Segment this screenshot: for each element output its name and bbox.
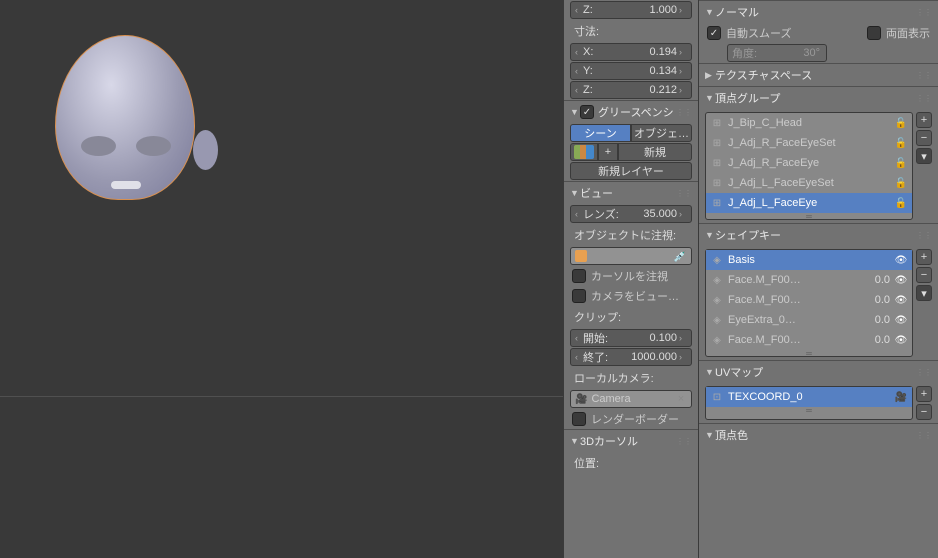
scale-z-field[interactable]: ‹ Z: 1.000 › (570, 1, 692, 19)
grid-floor (0, 396, 563, 397)
uv-maps-list[interactable]: TEXCOORD_0 ═ (705, 386, 913, 420)
eye-icon[interactable] (894, 333, 908, 347)
triangle-down-icon: ▼ (570, 107, 580, 117)
dimensions-label: 寸法: (564, 20, 698, 42)
resize-grip[interactable]: ═ (706, 407, 912, 413)
dim-x-field[interactable]: ‹X: 0.194› (570, 43, 692, 61)
gp-color-button[interactable] (570, 143, 598, 161)
lock-icon[interactable] (894, 116, 908, 130)
gp-scene-button[interactable]: シーン (570, 124, 631, 142)
list-item[interactable]: EyeExtra_0…0.0 (706, 310, 912, 330)
shape-key-icon (710, 253, 724, 267)
vertex-groups-header[interactable]: ▼頂点グループ⋮⋮ (699, 86, 938, 109)
lock-icon[interactable] (894, 176, 908, 190)
resize-grip[interactable]: ═ (706, 350, 912, 356)
auto-smooth-label: 自動スムーズ (726, 25, 862, 41)
mesh-object-head[interactable] (55, 35, 225, 245)
add-button[interactable]: + (916, 249, 932, 265)
gp-new-button[interactable]: 新規 (618, 143, 692, 161)
eye-icon[interactable] (894, 253, 908, 267)
focus-object-field[interactable]: 💉 (570, 247, 692, 265)
clear-icon[interactable]: × (675, 393, 687, 405)
resize-grip[interactable]: ═ (706, 213, 912, 219)
clip-end-field[interactable]: ‹終了: 1000.000› (570, 348, 692, 366)
list-item[interactable]: TEXCOORD_0 (706, 387, 912, 407)
list-item[interactable]: J_Bip_C_Head (706, 113, 912, 133)
lock-icon[interactable] (894, 156, 908, 170)
vertex-colors-header[interactable]: ▼頂点色⋮⋮ (699, 423, 938, 446)
lock-icon[interactable] (894, 196, 908, 210)
eye-icon[interactable] (894, 313, 908, 327)
grip-icon[interactable]: ⋮⋮ (676, 108, 692, 117)
list-item[interactable]: Basis (706, 250, 912, 270)
eye-icon[interactable] (894, 293, 908, 307)
render-border-checkbox[interactable] (572, 412, 586, 426)
properties-panel: ▼ノーマル⋮⋮ 自動スムーズ 両面表示 角度: 30° ▶テクスチャスペース⋮⋮… (698, 0, 938, 558)
viewport-3d[interactable] (0, 0, 563, 558)
vertex-groups-list[interactable]: J_Bip_C_Head J_Adj_R_FaceEyeSet J_Adj_R_… (705, 112, 913, 220)
view-header[interactable]: ▼ビュー⋮⋮ (564, 181, 698, 204)
list-item[interactable]: J_Adj_L_FaceEyeSet (706, 173, 912, 193)
pencil-icon (574, 145, 594, 159)
auto-smooth-checkbox[interactable] (707, 26, 721, 40)
texture-space-header[interactable]: ▶テクスチャスペース⋮⋮ (699, 63, 938, 86)
chevron-left-icon[interactable]: ‹ (575, 5, 583, 15)
shape-keys-list[interactable]: Basis Face.M_F00…0.0 Face.M_F00…0.0 EyeE… (705, 249, 913, 357)
local-camera-field[interactable]: Camera × (570, 390, 692, 408)
lock-icon[interactable] (894, 136, 908, 150)
triangle-right-icon: ▶ (705, 70, 715, 81)
eyedropper-icon[interactable]: 💉 (673, 250, 687, 263)
clip-start-field[interactable]: ‹開始: 0.100› (570, 329, 692, 347)
list-item[interactable]: Face.M_F00…0.0 (706, 270, 912, 290)
clip-label: クリップ: (564, 306, 698, 328)
eye-icon[interactable] (894, 273, 908, 287)
shape-keys-header[interactable]: ▼シェイプキー⋮⋮ (699, 223, 938, 246)
cursor-pos-label: 位置: (564, 452, 698, 474)
active-render-icon[interactable] (894, 390, 908, 404)
list-item[interactable]: J_Adj_R_FaceEyeSet (706, 133, 912, 153)
render-border-label: レンダーボーダー (591, 411, 679, 427)
list-item[interactable]: J_Adj_R_FaceEye (706, 153, 912, 173)
angle-field[interactable]: 角度: 30° (727, 44, 827, 62)
double-sided-checkbox[interactable] (867, 26, 881, 40)
dim-z-field[interactable]: ‹Z: 0.212› (570, 81, 692, 99)
specials-menu-button[interactable]: ▾ (916, 148, 932, 164)
double-sided-label: 両面表示 (886, 25, 930, 41)
camera-to-view-label: カメラをビュー… (591, 288, 679, 304)
lens-field[interactable]: ‹レンズ: 35.000› (570, 205, 692, 223)
list-item[interactable]: Face.M_F00…0.0 (706, 290, 912, 310)
n-panel: ‹ Z: 1.000 › 寸法: ‹X: 0.194› ‹Y: 0.134› ‹… (563, 0, 698, 558)
camera-to-view-checkbox[interactable] (572, 289, 586, 303)
remove-button[interactable]: − (916, 130, 932, 146)
uv-maps-header[interactable]: ▼UVマップ⋮⋮ (699, 360, 938, 383)
cursor-3d-header[interactable]: ▼3Dカーソル⋮⋮ (564, 429, 698, 452)
remove-button[interactable]: − (916, 267, 932, 283)
object-icon (575, 250, 587, 262)
camera-icon (575, 393, 587, 405)
list-item[interactable]: J_Adj_L_FaceEye (706, 193, 912, 213)
uv-icon (710, 390, 724, 404)
cursor-focus-label: カーソルを注視 (591, 268, 668, 284)
normals-header[interactable]: ▼ノーマル⋮⋮ (699, 0, 938, 23)
cursor-focus-checkbox[interactable] (572, 269, 586, 283)
gp-object-button[interactable]: オブジェ… (631, 124, 692, 142)
gp-add-button[interactable]: + (598, 143, 618, 161)
remove-button[interactable]: − (916, 404, 932, 420)
focus-object-label: オブジェクトに注視: (564, 224, 698, 246)
specials-menu-button[interactable]: ▾ (916, 285, 932, 301)
add-button[interactable]: + (916, 112, 932, 128)
gp-enable-checkbox[interactable] (580, 105, 594, 119)
list-item[interactable]: Face.M_F00…0.0 (706, 330, 912, 350)
grease-pencil-header[interactable]: ▼ グリースペンシ ⋮⋮ (564, 100, 698, 123)
local-camera-label: ローカルカメラ: (564, 367, 698, 389)
vertex-group-icon (710, 116, 724, 130)
add-button[interactable]: + (916, 386, 932, 402)
dim-y-field[interactable]: ‹Y: 0.134› (570, 62, 692, 80)
chevron-right-icon[interactable]: › (679, 5, 687, 15)
gp-new-layer-button[interactable]: 新規レイヤー (570, 162, 692, 180)
